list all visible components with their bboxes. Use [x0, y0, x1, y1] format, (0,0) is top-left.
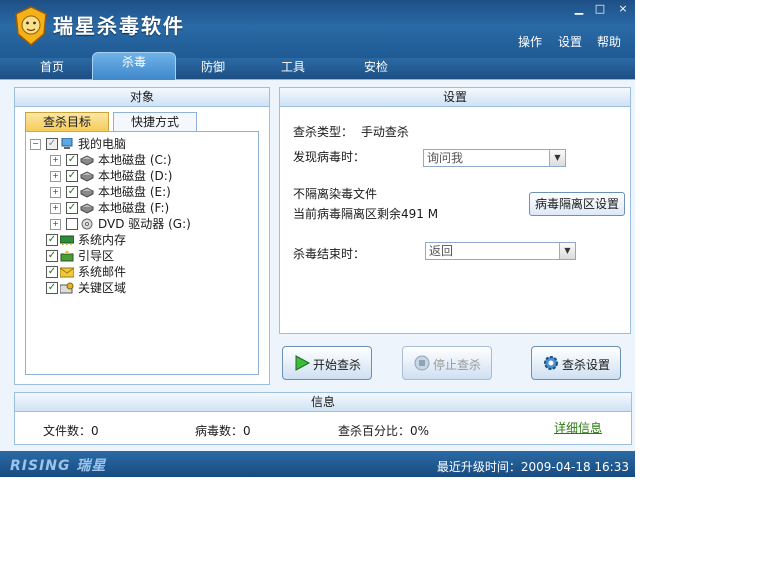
checkbox[interactable]: ✓ [46, 282, 58, 294]
expand-toggle[interactable]: + [50, 171, 61, 182]
stop-scan-button[interactable]: 停止查杀 [402, 346, 492, 380]
scan-type-value: 手动查杀 [360, 125, 409, 139]
checkbox[interactable]: ✓ [46, 234, 58, 246]
play-icon [295, 355, 311, 371]
tab-tools[interactable]: 工具 [262, 58, 324, 79]
content-area: 对象 查杀目标 快捷方式 − ✓ 我的电脑 + ✓ 本地磁盘 (C:) + ✓ … [0, 80, 635, 451]
stop-icon [414, 355, 430, 371]
hard-disk-icon [80, 203, 94, 214]
minimize-button[interactable]: ▁ [570, 2, 588, 16]
checkbox[interactable]: ✓ [66, 218, 78, 230]
brand-logo: RISING 瑞星 [10, 458, 107, 474]
info-panel-title: 信息 [15, 393, 631, 412]
computer-icon [61, 138, 73, 149]
expand-toggle[interactable]: + [50, 187, 61, 198]
tree-node-label: 引导区 [78, 249, 115, 263]
checkbox[interactable]: ✓ [66, 186, 78, 198]
virus-count: 病毒数：0 [195, 424, 251, 438]
lion-logo-icon [15, 6, 47, 46]
checkbox[interactable]: ✓ [66, 202, 78, 214]
collapse-toggle[interactable]: − [30, 139, 41, 150]
tree-node-label: 本地磁盘 (C:) [98, 153, 172, 167]
target-panel-title: 对象 [15, 88, 269, 107]
no-quarantine-text: 不隔离染毒文件 [293, 187, 378, 201]
hard-disk-icon [80, 155, 94, 166]
title-bar: 瑞星杀毒软件 ▁ □ × 操作 设置 帮助 [0, 0, 635, 58]
tree-node-label: 本地磁盘 (E:) [98, 185, 171, 199]
scan-percent: 查杀百分比：0% [338, 424, 430, 438]
memory-chip-icon [60, 235, 74, 245]
app-title: 瑞星杀毒软件 [53, 14, 185, 38]
start-scan-button[interactable]: 开始查杀 [282, 346, 372, 380]
tree-node-label: 系统邮件 [78, 265, 127, 279]
on-finish-label: 杀毒结束时： [293, 247, 366, 261]
chevron-down-icon: ▼ [559, 243, 575, 259]
tree-node-label: 本地磁盘 (D:) [98, 169, 173, 183]
scan-settings-button[interactable]: 查杀设置 [531, 346, 621, 380]
settings-panel-title: 设置 [280, 88, 630, 107]
mail-icon [60, 267, 74, 278]
close-button[interactable]: × [614, 2, 632, 16]
gear-icon [544, 356, 558, 370]
on-finish-select[interactable]: 返回 ▼ [425, 242, 576, 260]
checkbox[interactable]: ✓ [46, 266, 58, 278]
stop-scan-label: 停止查杀 [433, 358, 482, 372]
tree-node-label: 本地磁盘 (F:) [98, 201, 170, 215]
checkbox[interactable]: ✓ [46, 250, 58, 262]
expand-toggle[interactable]: + [50, 219, 61, 230]
expand-toggle[interactable]: + [50, 203, 61, 214]
checkbox[interactable]: ✓ [46, 138, 58, 150]
tab-defense[interactable]: 防御 [182, 58, 244, 79]
settings-panel: 设置 查杀类型： 手动查杀 发现病毒时： 询问我 ▼ 不隔离染毒文件 当前病毒隔… [279, 87, 631, 334]
on-virus-label: 发现病毒时： [293, 150, 366, 164]
details-link[interactable]: 详细信息 [554, 419, 602, 436]
tab-home[interactable]: 首页 [22, 58, 82, 79]
tab-check[interactable]: 安检 [345, 58, 407, 79]
app-window: 瑞星杀毒软件 ▁ □ × 操作 设置 帮助 首页 杀毒 防御 工具 安检 对象 … [0, 0, 635, 477]
tree-node-label: DVD 驱动器 (G:) [98, 217, 191, 231]
file-count: 文件数：0 [43, 424, 99, 438]
checkbox[interactable]: ✓ [66, 154, 78, 166]
tab-scan[interactable]: 杀毒 [92, 52, 176, 80]
tree-node-label: 我的电脑 [78, 137, 127, 151]
target-panel: 对象 查杀目标 快捷方式 − ✓ 我的电脑 + ✓ 本地磁盘 (C:) + ✓ … [14, 87, 270, 385]
target-tree: − ✓ 我的电脑 + ✓ 本地磁盘 (C:) + ✓ 本地磁盘 (D:) + ✓… [25, 131, 259, 375]
tree-node-label: 关键区域 [78, 281, 127, 295]
quarantine-remaining-text: 当前病毒隔离区剩余491 M [293, 207, 439, 221]
menu-operations[interactable]: 操作 [518, 33, 542, 50]
menu-settings[interactable]: 设置 [558, 33, 582, 50]
expand-toggle[interactable]: + [50, 155, 61, 166]
dvd-drive-icon [81, 218, 93, 230]
hard-disk-icon [80, 171, 94, 182]
on-virus-value: 询问我 [427, 151, 464, 165]
chevron-down-icon: ▼ [549, 150, 565, 166]
scan-type-row: 查杀类型： 手动查杀 [293, 123, 409, 140]
on-virus-select[interactable]: 询问我 ▼ [423, 149, 566, 167]
info-panel: 信息 文件数：0 病毒数：0 查杀百分比：0% 详细信息 [14, 392, 632, 445]
last-update-time: 最近升级时间：2009-04-18 16:33 [436, 460, 629, 474]
scan-settings-label: 查杀设置 [562, 358, 611, 372]
subtab-scan-target[interactable]: 查杀目标 [25, 112, 109, 132]
tree-node-label: 系统内存 [78, 233, 127, 247]
subtab-shortcut[interactable]: 快捷方式 [113, 112, 197, 132]
hard-disk-icon [80, 187, 94, 198]
maximize-button[interactable]: □ [591, 2, 609, 16]
status-bar: RISING 瑞星 最近升级时间：2009-04-18 16:33 [0, 451, 635, 477]
key-area-icon [60, 282, 74, 294]
scan-type-label: 查杀类型： [293, 125, 354, 139]
start-scan-label: 开始查杀 [313, 358, 362, 372]
quarantine-settings-button[interactable]: 病毒隔离区设置 [529, 192, 625, 216]
menu-help[interactable]: 帮助 [597, 33, 621, 50]
checkbox[interactable]: ✓ [66, 170, 78, 182]
main-tabs: 首页 杀毒 防御 工具 安检 [0, 52, 635, 81]
on-finish-value: 返回 [429, 244, 454, 258]
boot-sector-icon [60, 250, 74, 262]
